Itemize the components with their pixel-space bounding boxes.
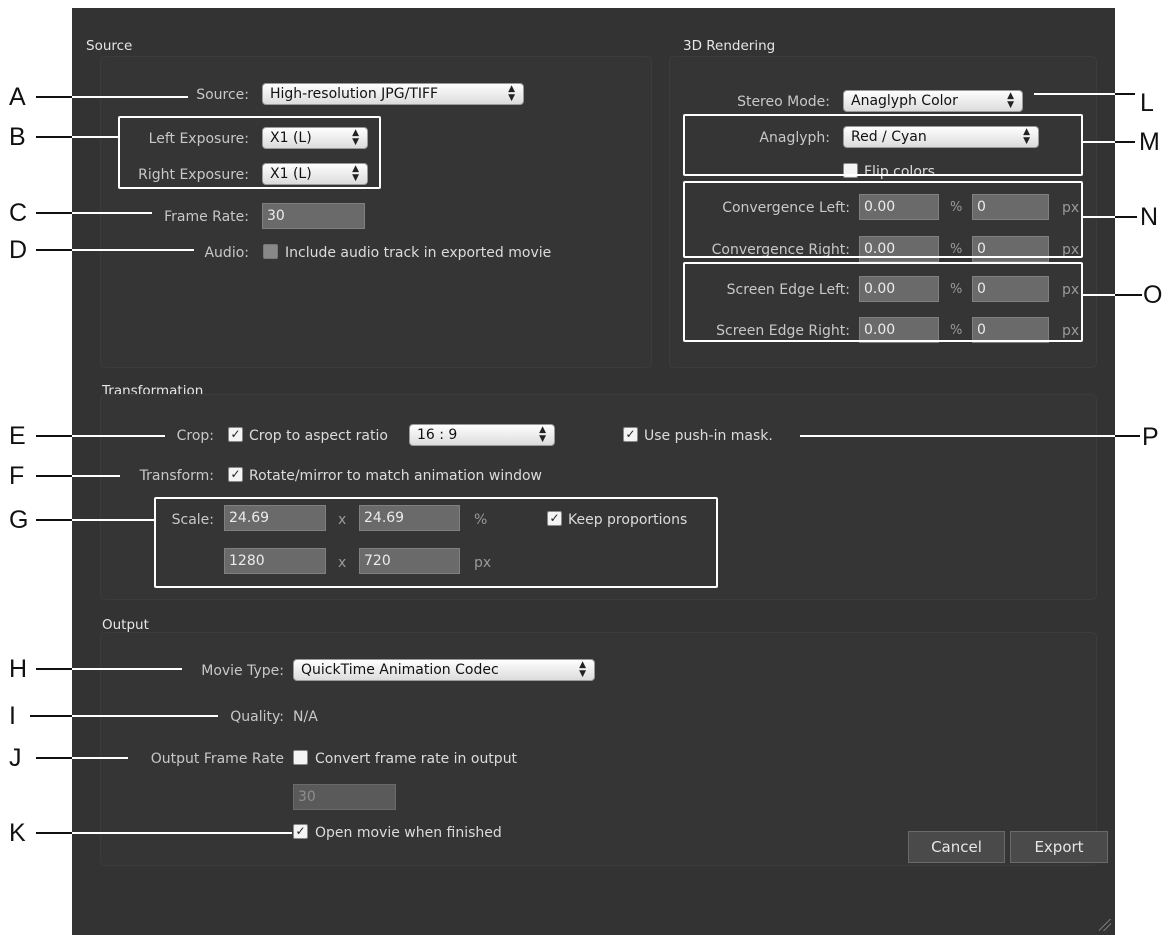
open-movie-label: Open movie when finished	[315, 825, 502, 841]
callout-line-o	[1115, 294, 1142, 296]
highlight-anaglyph-box	[683, 114, 1083, 176]
source-section-title: Source	[86, 38, 133, 54]
callout-letter-k: K	[9, 819, 26, 847]
callout-line-k-inner	[72, 832, 292, 834]
quality-label: Quality:	[230, 709, 284, 725]
callout-line-a	[36, 96, 72, 98]
aspect-ratio-value: 16 : 9	[417, 427, 458, 443]
callout-letter-o: O	[1143, 281, 1163, 309]
callout-letter-p: P	[1142, 423, 1159, 451]
callout-line-m	[1115, 141, 1135, 143]
highlight-convergence-box	[683, 181, 1083, 258]
callout-line-f	[36, 475, 72, 477]
highlight-scale-box	[154, 497, 718, 588]
callout-letter-n: N	[1140, 203, 1159, 231]
callout-line-g	[36, 519, 72, 521]
callout-line-b-inner	[72, 136, 118, 138]
callout-line-b	[36, 136, 72, 138]
rotate-mirror-checkbox[interactable]: ✓	[228, 467, 243, 482]
stereo-mode-popup[interactable]: Anaglyph Color ▲ ▼	[843, 90, 1023, 112]
cancel-button[interactable]: Cancel	[908, 831, 1005, 863]
source-popup-value: High-resolution JPG/TIFF	[270, 86, 439, 102]
callout-line-j	[36, 757, 72, 759]
movie-type-label: Movie Type:	[201, 663, 284, 679]
callout-line-c-inner	[72, 212, 152, 214]
callout-line-p-inner	[800, 435, 1115, 437]
callout-line-f-inner	[72, 475, 120, 477]
callout-line-c	[36, 212, 72, 214]
crop-checkbox[interactable]: ✓	[228, 427, 243, 442]
rendering-section-title: 3D Rendering	[683, 38, 776, 54]
callout-line-l-inner	[1034, 93, 1115, 95]
frame-rate-label: Frame Rate:	[164, 209, 249, 225]
stereo-mode-label: Stereo Mode:	[737, 94, 830, 110]
open-movie-checkbox[interactable]: ✓	[293, 824, 308, 839]
callout-letter-g: G	[9, 506, 29, 534]
callout-line-d-inner	[72, 249, 194, 251]
updown-arrows-icon: ▲ ▼	[579, 660, 586, 679]
callout-letter-b: B	[9, 123, 26, 151]
callout-line-i	[30, 715, 72, 717]
audio-checkbox[interactable]	[263, 244, 278, 259]
aspect-ratio-popup[interactable]: 16 : 9 ▲ ▼	[409, 424, 555, 446]
callout-line-e-inner	[72, 435, 165, 437]
callout-letter-f: F	[9, 462, 25, 490]
output-frame-rate-label: Output Frame Rate	[150, 751, 284, 767]
callout-letter-e: E	[9, 422, 26, 450]
source-popup[interactable]: High-resolution JPG/TIFF ▲ ▼	[262, 83, 524, 105]
callout-letter-l: L	[1140, 89, 1154, 117]
callout-line-h-inner	[72, 668, 182, 670]
callout-line-h	[36, 668, 72, 670]
quality-value: N/A	[293, 709, 318, 725]
callout-line-g-inner	[72, 519, 154, 521]
audio-checkbox-label: Include audio track in exported movie	[285, 245, 552, 261]
callout-letter-j: J	[9, 744, 22, 772]
callout-line-o-inner	[1083, 294, 1115, 296]
callout-letter-i: I	[9, 702, 16, 730]
callout-letter-h: H	[9, 655, 28, 683]
callout-line-j-inner	[72, 757, 128, 759]
audio-label: Audio:	[204, 245, 249, 261]
checkmark-icon: ✓	[625, 427, 636, 441]
push-in-mask-label: Use push-in mask.	[644, 428, 773, 444]
frame-rate-field[interactable]: 30	[262, 203, 365, 229]
callout-line-p	[1115, 435, 1140, 437]
callout-line-k	[36, 832, 72, 834]
callout-line-d	[36, 249, 72, 251]
rotate-mirror-label: Rotate/mirror to match animation window	[249, 468, 542, 484]
callout-line-e	[36, 435, 72, 437]
callout-line-i-inner	[72, 715, 218, 717]
checkmark-icon: ✓	[230, 467, 241, 481]
updown-arrows-icon: ▲ ▼	[539, 425, 546, 444]
checkmark-icon: ✓	[295, 824, 306, 838]
resize-grip-icon[interactable]	[1099, 919, 1111, 931]
callout-line-n	[1115, 216, 1137, 218]
callout-letter-c: C	[9, 199, 28, 227]
checkmark-icon: ✓	[230, 427, 241, 441]
callout-line-n-inner	[1083, 216, 1115, 218]
movie-type-popup[interactable]: QuickTime Animation Codec ▲ ▼	[293, 659, 595, 681]
crop-checkbox-label: Crop to aspect ratio	[249, 428, 388, 444]
callout-line-a-inner	[72, 96, 188, 98]
source-label: Source:	[196, 87, 249, 103]
push-in-mask-checkbox[interactable]: ✓	[623, 427, 638, 442]
updown-arrows-icon: ▲ ▼	[508, 84, 515, 103]
output-frame-rate-field[interactable]: 30	[293, 784, 396, 810]
callout-letter-a: A	[9, 83, 26, 111]
output-section-title: Output	[102, 617, 149, 633]
movie-type-value: QuickTime Animation Codec	[301, 662, 499, 678]
convert-frame-rate-label: Convert frame rate in output	[315, 751, 518, 767]
convert-frame-rate-checkbox[interactable]	[293, 750, 308, 765]
callout-letter-d: D	[9, 236, 28, 264]
callout-line-l	[1115, 93, 1135, 95]
stereo-mode-value: Anaglyph Color	[851, 93, 958, 109]
callout-letter-m: M	[1139, 128, 1160, 156]
updown-arrows-icon: ▲ ▼	[1007, 91, 1014, 110]
callout-line-m-inner	[1083, 141, 1115, 143]
export-button[interactable]: Export	[1010, 831, 1108, 863]
highlight-exposure-box	[118, 116, 381, 189]
highlight-screen-edge-box	[683, 262, 1083, 342]
